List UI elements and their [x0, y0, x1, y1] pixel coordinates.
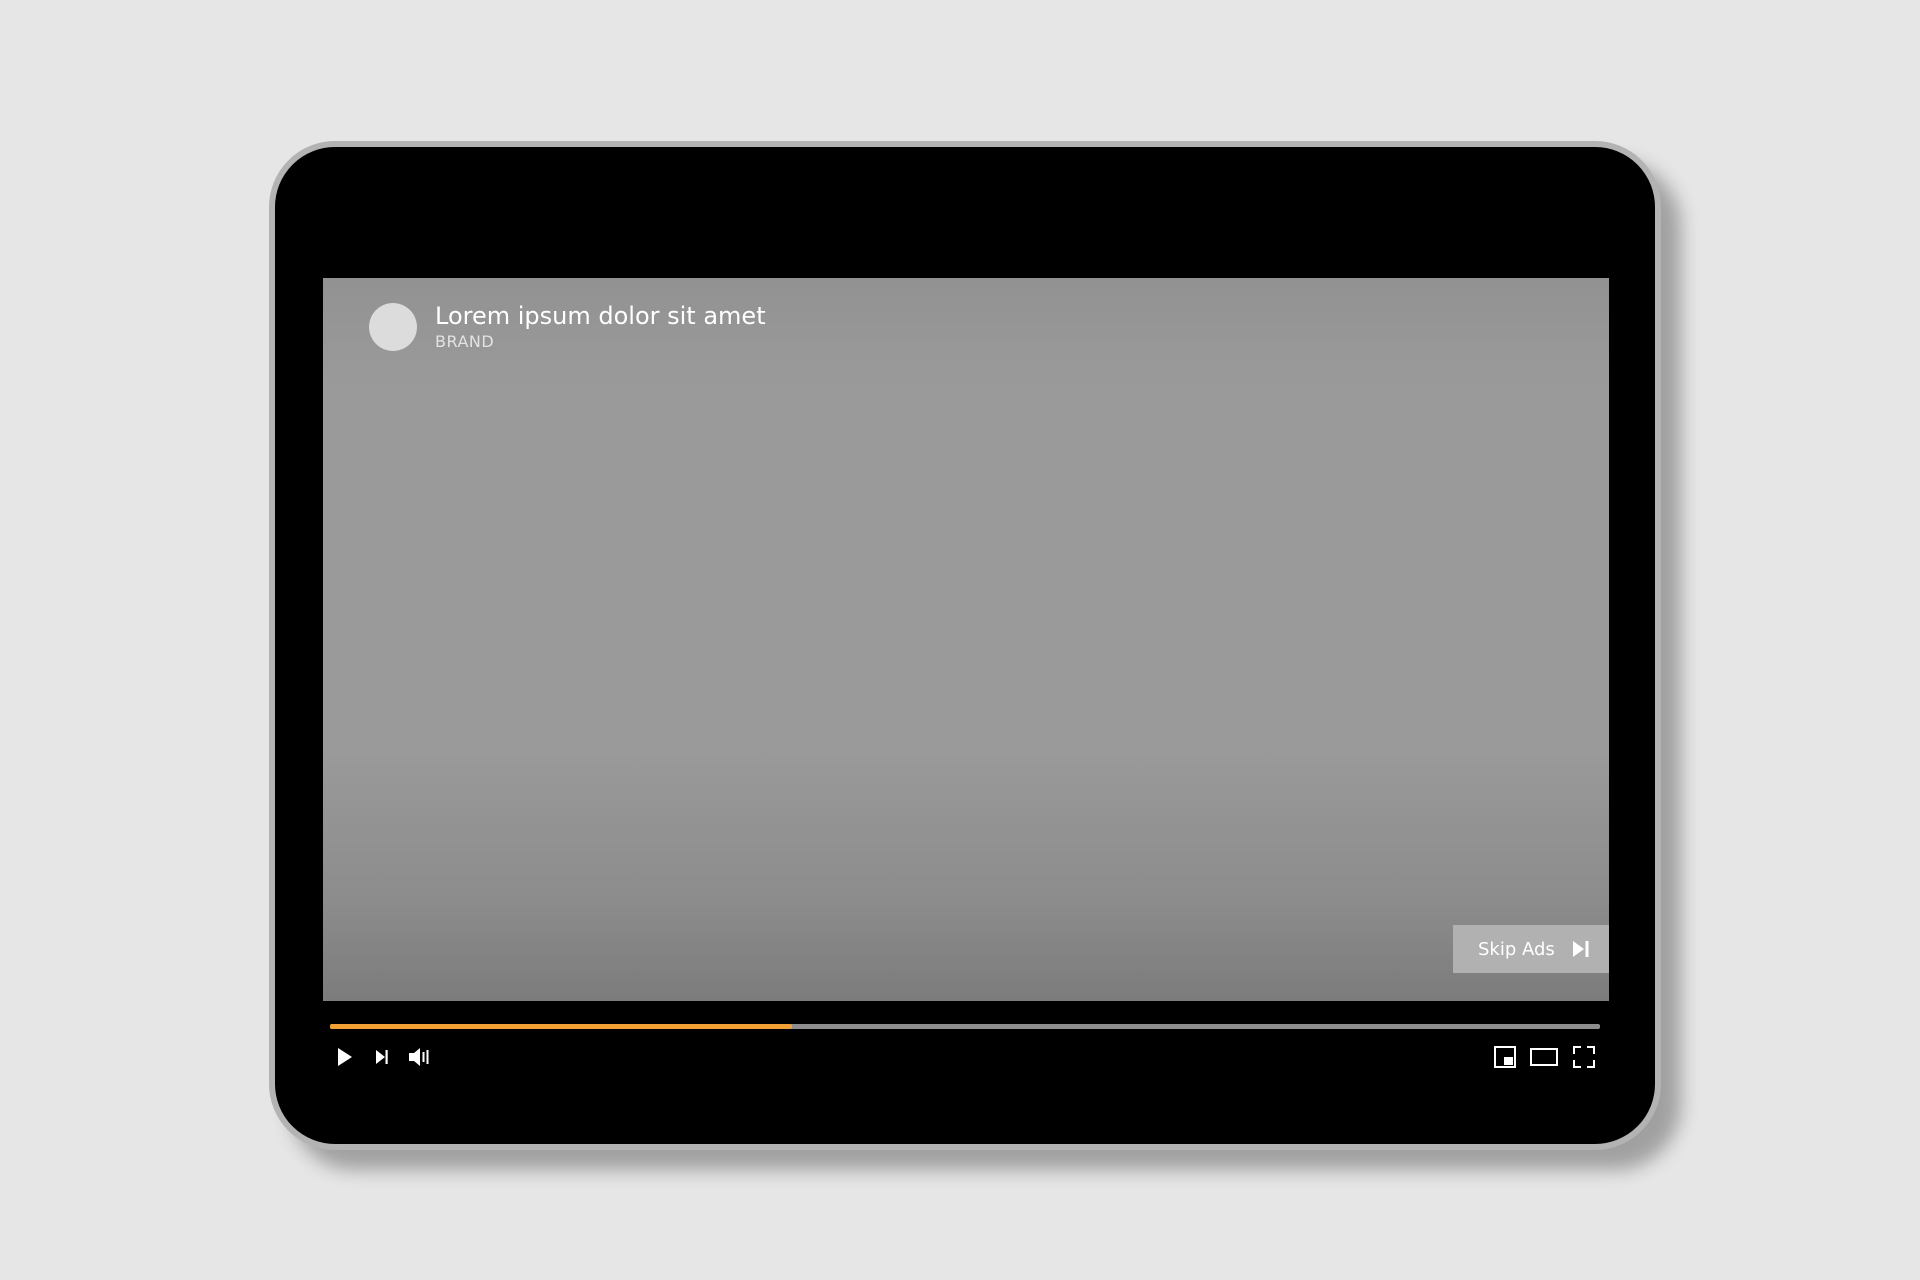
ad-title[interactable]: Lorem ipsum dolor sit amet	[435, 304, 766, 328]
ad-text: Lorem ipsum dolor sit amet BRAND	[435, 304, 766, 350]
play-icon[interactable]	[336, 1047, 354, 1067]
miniplayer-icon[interactable]	[1494, 1046, 1516, 1068]
progress-bar[interactable]	[330, 1024, 1600, 1029]
volume-icon[interactable]	[408, 1047, 432, 1067]
ad-channel-info: Lorem ipsum dolor sit amet BRAND	[369, 303, 766, 351]
ad-brand: BRAND	[435, 332, 495, 351]
next-icon[interactable]	[375, 1049, 389, 1065]
skip-ads-label: Skip Ads	[1478, 938, 1555, 960]
theater-mode-icon[interactable]	[1530, 1048, 1558, 1066]
video-screen[interactable]: Lorem ipsum dolor sit amet BRAND Skip Ad…	[323, 278, 1609, 1001]
progress-fill	[330, 1024, 793, 1029]
skip-next-icon	[1572, 941, 1589, 957]
fullscreen-icon[interactable]	[1573, 1046, 1595, 1068]
channel-avatar[interactable]	[369, 303, 417, 351]
skip-ads-button[interactable]: Skip Ads	[1453, 925, 1609, 973]
